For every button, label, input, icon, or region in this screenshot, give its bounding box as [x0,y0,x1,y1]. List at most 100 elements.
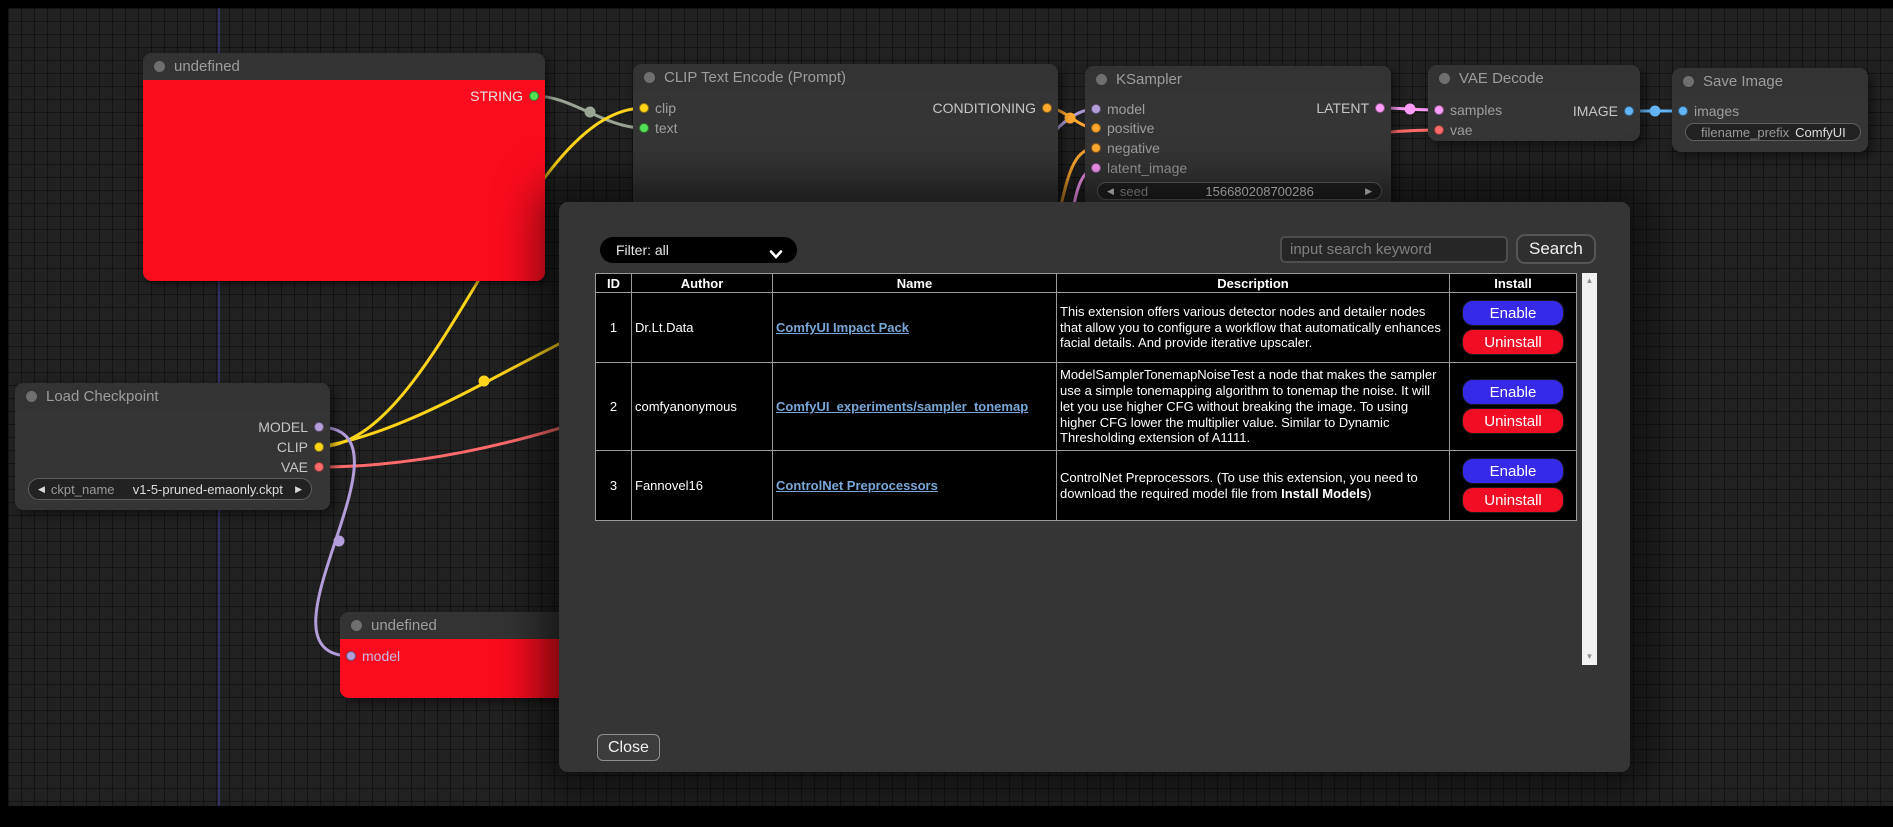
search-input[interactable] [1280,236,1508,263]
LATENT-output-port[interactable] [1375,103,1385,113]
node-title-bar[interactable]: Load Checkpoint [15,383,330,410]
node-vae-decode[interactable]: VAE Decode samples vae IMAGE [1428,65,1640,141]
node-undefined-top[interactable]: undefined STRING [143,53,545,281]
node-title: CLIP Text Encode (Prompt) [664,69,846,86]
clip-input-label: clip [655,100,676,116]
cell-author: comfyanonymous [632,363,773,451]
model-input-port[interactable] [346,651,356,661]
search-button[interactable]: Search [1516,234,1596,264]
cell-install: Enable Uninstall [1450,451,1577,521]
canvas-edge-bottom [0,806,1893,827]
node-title: VAE Decode [1459,70,1544,87]
VAE-output-port[interactable] [314,462,324,472]
cell-name: ComfyUI Impact Pack [773,293,1057,363]
node-title-bar[interactable]: Save Image [1672,68,1868,95]
node-collapse-dot-icon[interactable] [1683,76,1694,87]
CONDITIONING-output-label: CONDITIONING [933,100,1036,116]
widget-value: v1-5-pruned-emaonly.ckpt [121,482,296,497]
model-input-port[interactable] [1091,104,1101,114]
node-load-checkpoint[interactable]: Load CheckpointMODELCLIPVAE◀ckpt_namev1-… [15,383,330,510]
uninstall-button[interactable]: Uninstall [1462,408,1564,434]
uninstall-button[interactable]: Uninstall [1462,329,1564,355]
cell-id: 2 [596,363,632,451]
node-title: KSampler [1116,71,1182,88]
node-collapse-dot-icon[interactable] [1096,74,1107,85]
node-title-bar[interactable]: VAE Decode [1428,65,1640,92]
latent_image-input-port[interactable] [1091,163,1101,173]
node-title: Load Checkpoint [46,388,159,405]
filter-select[interactable]: Filter: all [600,237,797,263]
negative-input-port[interactable] [1091,143,1101,153]
filename_prefix-widget[interactable]: filename_prefixComfyUI [1685,123,1861,141]
seed-widget[interactable]: ◀seed156680208700286▶ [1097,182,1382,200]
column-header-author: Author [632,274,773,293]
table-header-row: IDAuthorNameDescriptionInstall [596,274,1577,293]
cell-install: Enable Uninstall [1450,293,1577,363]
extension-link[interactable]: ComfyUI_experiments/sampler_tonemap [776,399,1028,414]
enable-button[interactable]: Enable [1462,379,1564,405]
column-header-description: Description [1057,274,1450,293]
text-input-label: text [655,120,678,136]
extensions-table: IDAuthorNameDescriptionInstall 1Dr.Lt.Da… [595,273,1577,521]
MODEL-output-port[interactable] [314,422,324,432]
node-body: imagesfilename_prefixComfyUI [1672,95,1868,152]
cell-author: Fannovel16 [632,451,773,521]
node-save-image[interactable]: Save Imageimagesfilename_prefixComfyUI [1672,68,1868,152]
node-body: MODELCLIPVAE◀ckpt_namev1-5-pruned-emaonl… [15,410,330,510]
LATENT-output-label: LATENT [1316,100,1369,116]
ckpt_name-widget[interactable]: ◀ckpt_namev1-5-pruned-emaonly.ckpt▶ [28,478,312,500]
node-title-bar[interactable]: KSampler [1085,66,1391,93]
latent_image-input-label: latent_image [1107,160,1187,176]
extension-link[interactable]: ComfyUI Impact Pack [776,320,909,335]
close-button[interactable]: Close [597,734,660,761]
node-collapse-dot-icon[interactable] [26,391,37,402]
node-title-bar[interactable]: undefined [143,53,545,80]
samples-input-port[interactable] [1434,105,1444,115]
vae-input-label: vae [1450,122,1473,138]
widget-left-arrow-icon[interactable]: ◀ [38,485,45,494]
table-scrollbar[interactable]: ▲ ▼ [1582,273,1597,665]
STRING-output-port[interactable] [529,91,539,101]
widget-right-arrow-icon[interactable]: ▶ [295,485,302,494]
text-input-port[interactable] [639,123,649,133]
node-collapse-dot-icon[interactable] [154,61,165,72]
extension-row-3: 3Fannovel16ControlNet PreprocessorsContr… [596,451,1577,521]
MODEL-output-label: MODEL [258,419,308,435]
node-collapse-dot-icon[interactable] [1439,73,1450,84]
model-input-label: model [362,648,400,664]
cell-author: Dr.Lt.Data [632,293,773,363]
CLIP-output-port[interactable] [314,442,324,452]
images-input-port[interactable] [1678,106,1688,116]
column-header-install: Install [1450,274,1577,293]
widget-value: ComfyUI [1795,125,1854,140]
CLIP-output-label: CLIP [277,439,308,455]
widget-name: seed [1120,184,1148,199]
widget-right-arrow-icon[interactable]: ▶ [1365,187,1372,196]
enable-button[interactable]: Enable [1462,300,1564,326]
scroll-up-icon[interactable]: ▲ [1582,274,1597,288]
cell-description: This extension offers various detector n… [1057,293,1450,363]
extension-link[interactable]: ControlNet Preprocessors [776,478,938,493]
cell-install: Enable Uninstall [1450,363,1577,451]
model-input-label: model [1107,101,1145,117]
node-title-bar[interactable]: CLIP Text Encode (Prompt) [633,64,1058,91]
cell-description: ModelSamplerTonemapNoiseTest a node that… [1057,363,1450,451]
IMAGE-output-port[interactable] [1624,106,1634,116]
negative-input-label: negative [1107,140,1160,156]
scroll-down-icon[interactable]: ▼ [1582,650,1597,664]
samples-input-label: samples [1450,102,1502,118]
cell-id: 1 [596,293,632,363]
CONDITIONING-output-port[interactable] [1042,103,1052,113]
node-collapse-dot-icon[interactable] [644,72,655,83]
vae-input-port[interactable] [1434,125,1444,135]
positive-input-port[interactable] [1091,123,1101,133]
uninstall-button[interactable]: Uninstall [1462,487,1564,513]
STRING-output-label: STRING [470,88,523,104]
node-collapse-dot-icon[interactable] [351,620,362,631]
widget-left-arrow-icon[interactable]: ◀ [1107,187,1114,196]
clip-input-port[interactable] [639,103,649,113]
IMAGE-output-label: IMAGE [1573,103,1618,119]
extension-row-1: 1Dr.Lt.DataComfyUI Impact Pack This exten… [596,293,1577,363]
node-title: undefined [371,617,437,634]
enable-button[interactable]: Enable [1462,458,1564,484]
